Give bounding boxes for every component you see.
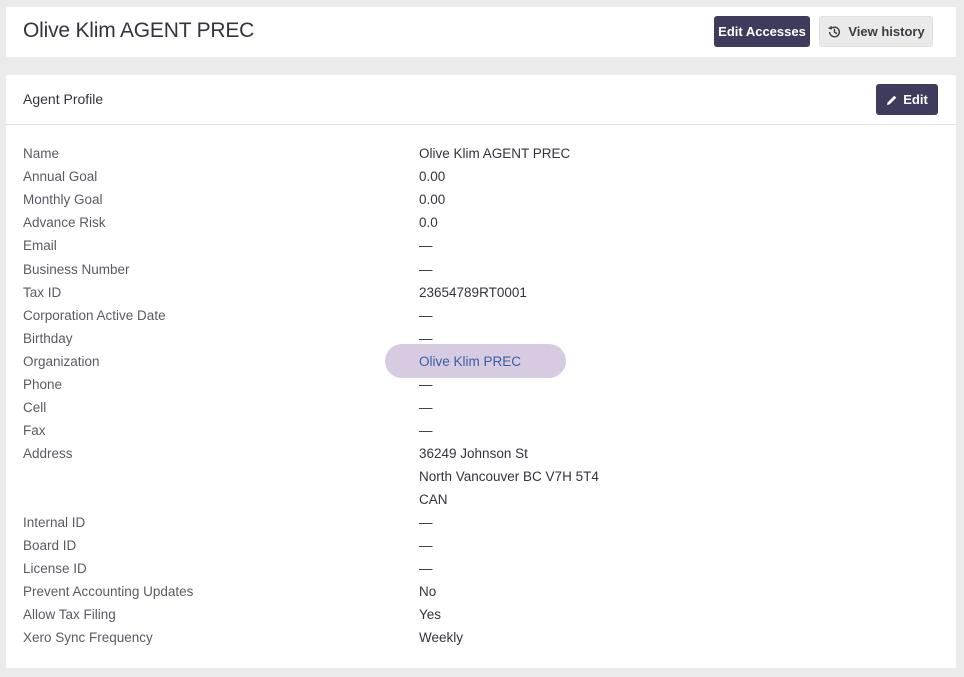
birthday-value: — <box>419 331 433 346</box>
monthly-goal-label: Monthly Goal <box>23 192 103 207</box>
cell-value: — <box>419 400 433 415</box>
page-header: Olive Klim AGENT PREC Edit Accesses View… <box>6 7 956 57</box>
birthday-label: Birthday <box>23 331 73 346</box>
phone-label: Phone <box>23 377 63 392</box>
prevent-accounting-updates-label: Prevent Accounting Updates <box>23 584 194 599</box>
allow-tax-filing-label: Allow Tax Filing <box>23 607 116 622</box>
advance-risk-label: Advance Risk <box>23 215 106 230</box>
edit-button[interactable]: Edit <box>876 84 938 115</box>
annual-goal-value: 0.00 <box>419 169 446 184</box>
view-history-button[interactable]: View history <box>819 16 933 47</box>
address-line1: 36249 Johnson St <box>419 446 528 461</box>
license-id-value: — <box>419 561 433 576</box>
xero-sync-frequency-value: Weekly <box>419 630 464 645</box>
address-label: Address <box>23 446 73 461</box>
internal-id-label: Internal ID <box>23 515 86 530</box>
board-id-value: — <box>419 538 433 553</box>
tax-id-value: 23654789RT0001 <box>419 285 527 300</box>
view-history-label: View history <box>848 24 925 39</box>
organization-link[interactable]: Olive Klim PREC <box>419 354 521 370</box>
address-line2: North Vancouver BC V7H 5T4 <box>419 469 599 484</box>
email-label: Email <box>23 238 57 253</box>
advance-risk-value: 0.0 <box>419 215 438 230</box>
organization-label: Organization <box>23 354 100 369</box>
edit-label: Edit <box>903 92 928 107</box>
edit-accesses-label: Edit Accesses <box>718 24 806 39</box>
corporation-active-date-value: — <box>419 308 433 323</box>
pencil-icon <box>887 95 897 105</box>
internal-id-value: — <box>419 515 433 530</box>
section-title: Agent Profile <box>23 91 104 107</box>
corporation-active-date-label: Corporation Active Date <box>23 308 166 323</box>
address-line3: CAN <box>419 492 448 507</box>
edit-accesses-button[interactable]: Edit Accesses <box>714 16 810 47</box>
business-number-value: — <box>419 262 433 277</box>
name-label: Name <box>23 146 60 161</box>
license-id-label: License ID <box>23 561 87 576</box>
monthly-goal-value: 0.00 <box>419 192 446 207</box>
tax-id-label: Tax ID <box>23 285 62 300</box>
cell-label: Cell <box>23 400 47 415</box>
name-value: Olive Klim AGENT PREC <box>419 146 571 161</box>
prevent-accounting-updates-value: No <box>419 584 437 599</box>
board-id-label: Board ID <box>23 538 77 553</box>
agent-profile-card: Agent Profile Edit Name Annual Goal Mont… <box>6 75 956 668</box>
history-icon <box>828 25 841 37</box>
phone-value: — <box>419 377 433 392</box>
business-number-label: Business Number <box>23 262 130 277</box>
annual-goal-label: Annual Goal <box>23 169 98 184</box>
agent-profile-header: Agent Profile Edit <box>6 75 956 125</box>
xero-sync-frequency-label: Xero Sync Frequency <box>23 630 153 645</box>
fax-value: — <box>419 423 433 438</box>
email-value: — <box>419 238 433 253</box>
allow-tax-filing-value: Yes <box>419 607 442 622</box>
fax-label: Fax <box>23 423 46 438</box>
page-title: Olive Klim AGENT PREC <box>23 19 255 42</box>
